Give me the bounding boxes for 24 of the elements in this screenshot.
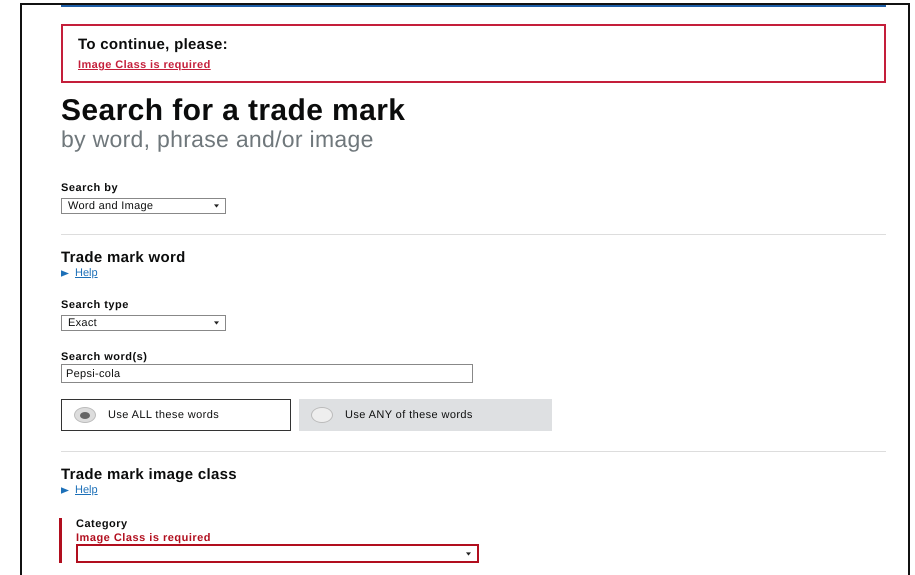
caret-icon — [214, 204, 219, 208]
field-label: Search by — [61, 182, 120, 194]
radio-option[interactable]: Use ANY of these words — [299, 399, 552, 431]
expand-arrow-icon — [61, 486, 69, 494]
page-title: Search for a trade mark — [61, 95, 406, 127]
section-heading: Trade mark image class — [61, 466, 238, 483]
caret-icon — [466, 552, 471, 556]
section-heading: Trade mark word — [61, 249, 187, 266]
error-link[interactable]: Image Class is required — [78, 59, 211, 71]
radio-option[interactable]: Use ALL these words — [61, 399, 291, 431]
search-by-dropdown[interactable]: Word and Image — [61, 198, 226, 214]
field-label: Search word(s) — [61, 351, 148, 363]
field-label: Category — [76, 518, 129, 530]
help-link[interactable]: Help — [75, 267, 98, 279]
page-subtitle: by word, phrase and/or image — [61, 127, 375, 151]
search-type-dropdown[interactable]: Exact — [61, 315, 226, 331]
error-summary-heading: To continue, please: — [78, 36, 229, 53]
search-words-input[interactable]: Pepsi-cola — [61, 364, 473, 383]
error-message: Image Class is required — [76, 532, 212, 544]
expand-arrow-icon — [61, 270, 69, 276]
field-label: Search type — [61, 299, 130, 311]
help-link[interactable]: Help — [75, 484, 98, 496]
caret-icon — [214, 321, 219, 325]
category-dropdown[interactable] — [76, 544, 479, 563]
